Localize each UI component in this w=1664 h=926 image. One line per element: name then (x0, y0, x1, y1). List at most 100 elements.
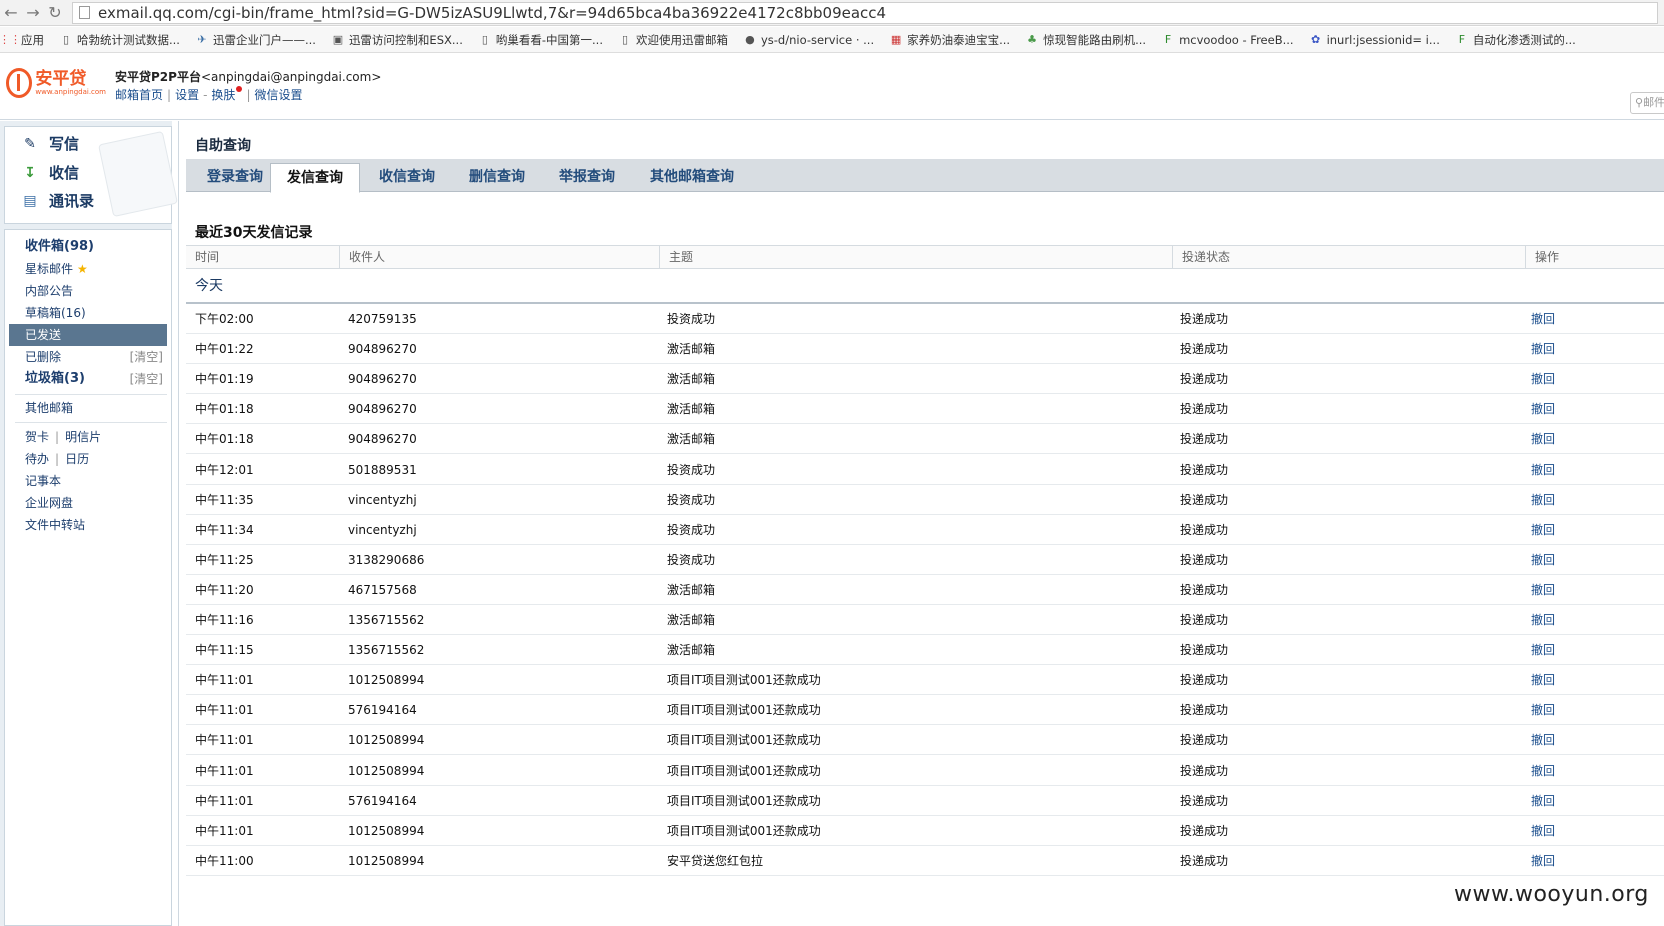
cell-time: 中午11:01 (195, 733, 254, 748)
back-arrow-icon[interactable]: ← (0, 2, 22, 24)
folder-label: 草稿箱(16) (25, 306, 86, 320)
bookmark-item[interactable]: F 自动化渗透测试的... (1456, 32, 1576, 48)
recall-link[interactable]: 撤回 (1531, 665, 1555, 696)
contacts-button[interactable]: ▤ 通讯录 (21, 190, 94, 211)
tab-query-3[interactable]: 删信查询 (452, 163, 542, 193)
recall-link[interactable]: 撤回 (1531, 605, 1555, 636)
empty-deleted-link[interactable]: [清空] (130, 346, 163, 368)
bookmark-item[interactable]: ▣ 迅雷访问控制和ESX... (332, 32, 463, 48)
recall-link[interactable]: 撤回 (1531, 786, 1555, 817)
bookmark-item[interactable]: Fmcvoodoo - FreeB... (1162, 33, 1294, 47)
account-name: 安平贷P2P平台 (115, 70, 201, 84)
recall-link[interactable]: 撤回 (1531, 394, 1555, 425)
cell-status: 投递成功 (1180, 763, 1229, 778)
recall-link[interactable]: 撤回 (1531, 816, 1555, 847)
cell-subject: 项目IT项目测试001还款成功 (667, 703, 821, 718)
recall-link[interactable]: 撤回 (1531, 695, 1555, 726)
bookmark-item[interactable]: ● ys-d/nio-service · ... (744, 33, 874, 47)
tool-calendar[interactable]: 日历 (65, 452, 89, 466)
recall-link[interactable]: 撤回 (1531, 304, 1555, 335)
bookmarks-bar: ⋮⋮ 应用 ▯ 哈勃统计测试数据... ✈ 迅雷企业门户——... ▣ 迅雷访问控制和ESX.… (0, 27, 1664, 53)
table-row: 中午11:01 1012508994 项目IT项目测试001还款成功 投递成功 撤回 (186, 665, 1664, 696)
folder-spam[interactable]: 垃圾箱(3) [清空] (9, 368, 167, 390)
cell-time: 中午11:01 (195, 703, 254, 718)
contacts-label: 通讯录 (49, 192, 95, 210)
github-icon: ● (745, 33, 755, 46)
folder-starred[interactable]: 星标邮件 ★ (9, 258, 167, 280)
recall-link[interactable]: 撤回 (1531, 364, 1555, 395)
cell-recipient: 576194164 (348, 793, 417, 808)
account-info: 安平贷P2P平台<anpingdai@anpingdai.com> (115, 68, 381, 85)
column-time: 时间 (195, 250, 220, 264)
tool-greeting-card[interactable]: 贺卡 (25, 430, 49, 444)
url-input[interactable]: exmail.qq.com/cgi-bin/frame_html?sid=G-D… (72, 1, 1658, 24)
tool-postcard[interactable]: 明信片 (65, 430, 101, 444)
empty-spam-link[interactable]: [清空] (130, 368, 163, 390)
apps-icon: ⋮⋮ (0, 33, 21, 46)
cell-status: 投递成功 (1180, 312, 1229, 326)
search-placeholder: 邮件 (1643, 96, 1664, 109)
recall-link[interactable]: 撤回 (1531, 455, 1555, 486)
tab-query-5[interactable]: 其他邮箱查询 (632, 163, 752, 193)
folder-announcements[interactable]: 内部公告 (9, 280, 167, 302)
recall-link[interactable]: 撤回 (1531, 485, 1555, 516)
forward-arrow-icon[interactable]: → (22, 2, 44, 24)
bookmark-item[interactable]: ▯ 哟巢看看-中国第一... (479, 32, 603, 48)
bookmark-item[interactable]: ⋮⋮ 应用 (0, 32, 44, 48)
folder-inbox[interactable]: 收件箱(98) (9, 236, 167, 258)
cell-subject: 激活邮箱 (667, 643, 716, 658)
recall-link[interactable]: 撤回 (1531, 575, 1555, 606)
recall-link[interactable]: 撤回 (1531, 515, 1555, 546)
recall-link[interactable]: 撤回 (1531, 334, 1555, 365)
bookmark-item[interactable]: ✈ 迅雷企业门户——... (196, 32, 316, 48)
cell-time: 中午01:19 (195, 372, 254, 387)
mail-search-input[interactable]: ⚲邮件 (1630, 92, 1664, 114)
recall-link[interactable]: 撤回 (1531, 545, 1555, 576)
recall-link[interactable]: 撤回 (1531, 846, 1555, 877)
logo-domain: www.anpingdai.com (35, 87, 106, 96)
recall-link[interactable]: 撤回 (1531, 725, 1555, 756)
tab-query-1[interactable]: 发信查询 (270, 163, 360, 193)
folder-sent[interactable]: 已发送 (9, 324, 167, 346)
bookmark-item[interactable]: ✿ inurl:jsessionid= i... (1310, 33, 1440, 47)
recall-link[interactable]: 撤回 (1531, 756, 1555, 787)
link-settings[interactable]: 设置 (175, 88, 199, 102)
table-header: 时间 收件人 主题 投递状态 操作 (186, 245, 1664, 269)
cell-subject: 投资成功 (667, 492, 716, 507)
folder-other-mailboxes[interactable]: 其他邮箱 (9, 397, 167, 419)
tool-notepad[interactable]: 记事本 (9, 470, 167, 492)
compose-button[interactable]: ✎ 写信 (21, 133, 79, 154)
cell-subject: 项目IT项目测试001还款成功 (667, 733, 821, 748)
receive-button[interactable]: ↧ 收信 (21, 162, 79, 183)
folder-label: 收件箱(98) (25, 239, 94, 254)
bookmark-item[interactable]: ▦ 家养奶油泰迪宝宝... (890, 32, 1010, 48)
link-mail-home[interactable]: 邮箱首页 (115, 88, 163, 102)
tab-query-0[interactable]: 登录查询 (194, 163, 276, 193)
bookmark-label: 哈勃统计测试数据... (77, 32, 180, 47)
folder-list: 收件箱(98) 星标邮件 ★ 内部公告 草稿箱(16) 已发送 已删除 [清空] 垃… (4, 229, 172, 926)
bookmark-item[interactable]: ♣ 惊现智能路由刷机... (1026, 32, 1146, 48)
folder-drafts[interactable]: 草稿箱(16) (9, 302, 167, 324)
cell-subject: 项目IT项目测试001还款成功 (667, 823, 821, 838)
bookmark-item[interactable]: ▯ 欢迎使用迅雷邮箱 (619, 32, 728, 48)
reload-icon[interactable]: ↻ (44, 2, 66, 24)
tool-todo[interactable]: 待办 (25, 452, 49, 466)
folder-label: 其他邮箱 (25, 401, 74, 415)
cell-time: 中午11:35 (195, 492, 254, 507)
tab-query-2[interactable]: 收信查询 (362, 163, 452, 193)
tool-netdisk[interactable]: 企业网盘 (9, 492, 167, 514)
tool-file-transfer[interactable]: 文件中转站 (9, 514, 167, 536)
link-wechat-settings[interactable]: 微信设置 (254, 88, 302, 102)
recall-link[interactable]: 撤回 (1531, 424, 1555, 455)
table-row: 中午11:01 576194164 项目IT项目测试001还款成功 投递成功 撤回 (186, 786, 1664, 816)
cell-time: 中午11:00 (195, 853, 254, 868)
link-skin[interactable]: 换肤 (211, 88, 235, 102)
folder-deleted[interactable]: 已删除 [清空] (9, 346, 167, 368)
tab-query-4[interactable]: 举报查询 (542, 163, 632, 193)
recall-link[interactable]: 撤回 (1531, 635, 1555, 666)
table-row: 中午01:22 904896270 激活邮箱 投递成功 撤回 (186, 334, 1664, 365)
cell-status: 投递成功 (1180, 703, 1229, 718)
cell-time: 中午11:01 (195, 793, 254, 808)
bookmark-item[interactable]: ▯ 哈勃统计测试数据... (60, 32, 180, 48)
brand-logo[interactable]: 安平贷 www.anpingdai.com (6, 66, 106, 100)
